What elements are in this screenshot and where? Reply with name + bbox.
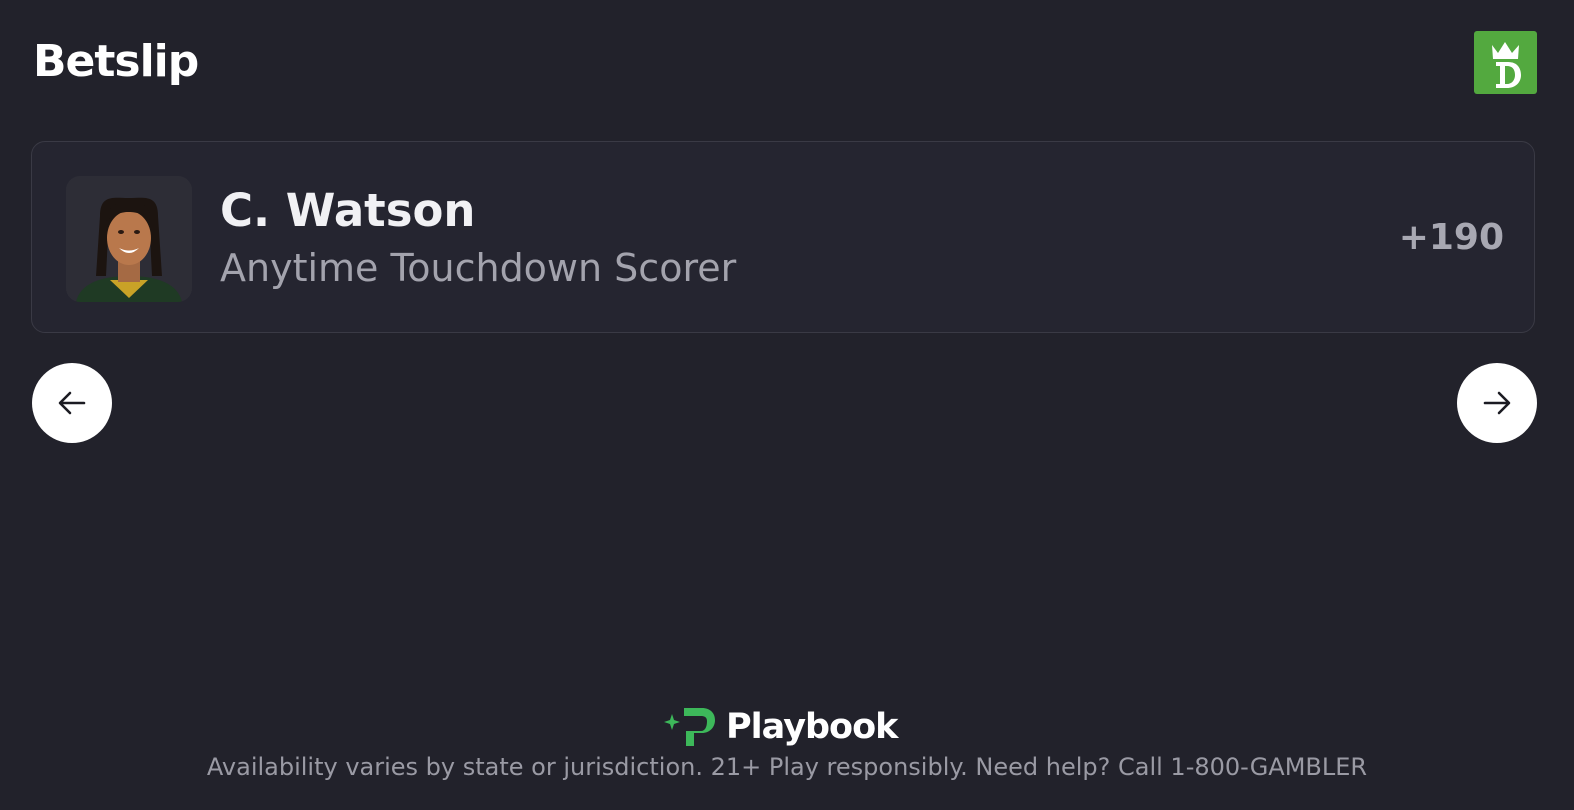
betslip-page: Betslip C. Watson Anytime Touchdown Scor… xyxy=(0,0,1574,810)
draftkings-logo-icon[interactable] xyxy=(1474,31,1537,94)
bet-odds[interactable]: +190 xyxy=(1399,214,1504,262)
bet-market: Anytime Touchdown Scorer xyxy=(220,246,737,290)
disclaimer-text: Availability varies by state or jurisdic… xyxy=(206,753,1368,781)
playbook-logo-icon xyxy=(664,708,715,746)
page-title: Betslip xyxy=(33,36,199,87)
next-button[interactable] xyxy=(1457,363,1537,443)
previous-button[interactable] xyxy=(32,363,112,443)
arrow-right-icon xyxy=(1483,391,1511,415)
playbook-logo: Playbook xyxy=(664,704,898,750)
player-name: C. Watson xyxy=(220,184,476,237)
bet-card[interactable]: C. Watson Anytime Touchdown Scorer +190 xyxy=(31,141,1535,333)
player-avatar xyxy=(66,176,192,302)
arrow-left-icon xyxy=(58,391,86,415)
playbook-logo-text: Playbook xyxy=(726,707,898,747)
